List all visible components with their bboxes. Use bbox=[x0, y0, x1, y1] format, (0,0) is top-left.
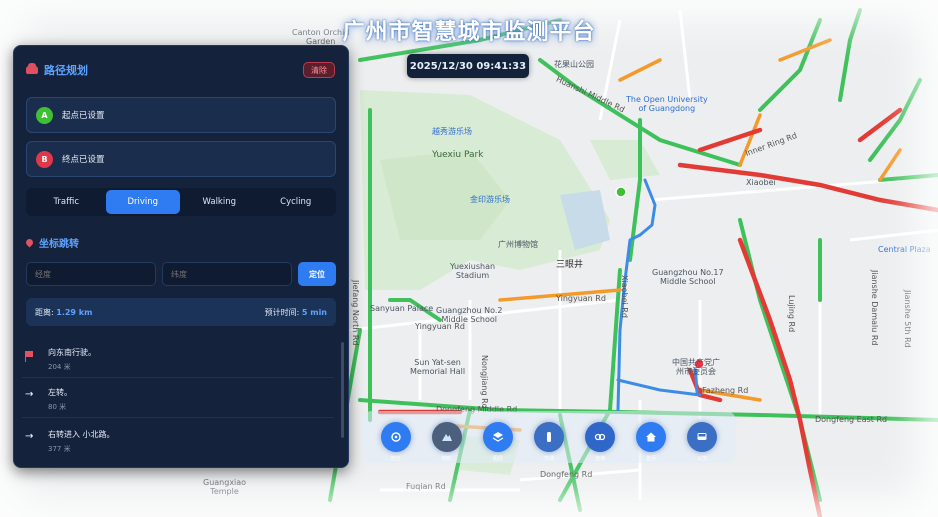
terrain-tool-button[interactable]: 地形 bbox=[431, 422, 462, 462]
poi-label: 金印游乐场 bbox=[470, 195, 510, 204]
page-title: 广州市智慧城市监测平台 bbox=[342, 20, 596, 45]
poi-label: Guangxiao Temple bbox=[203, 478, 247, 497]
end-badge: B bbox=[36, 150, 53, 168]
step-distance: 377 米 bbox=[48, 445, 71, 453]
distance-summary: 距离: 1.29 km bbox=[35, 307, 92, 318]
longitude-input[interactable] bbox=[26, 262, 156, 286]
road-label: Jianshe 5th Rd bbox=[903, 290, 913, 348]
tool-label: 公交 bbox=[697, 456, 708, 462]
time-label: 预计时间: bbox=[264, 307, 300, 317]
panel-title: 路径规划 bbox=[44, 64, 88, 77]
tab-cycling[interactable]: Cycling bbox=[259, 190, 334, 214]
car-icon bbox=[26, 63, 38, 74]
step-instruction: 右转进入 小北路。 bbox=[48, 430, 115, 439]
coordinate-jump-title: 坐标跳转 bbox=[39, 239, 79, 250]
road-label: Lujing Rd bbox=[787, 295, 797, 333]
poi-label: Yuexiushan Stadium bbox=[450, 262, 496, 281]
crosshair-icon bbox=[390, 432, 401, 442]
poi-label: The Open University of Guangdong bbox=[626, 95, 708, 114]
step-distance: 80 米 bbox=[48, 403, 67, 411]
road-label: Nongjiang Rd bbox=[480, 355, 490, 409]
locate-tool-button[interactable]: 定位 bbox=[380, 422, 411, 462]
start-badge: A bbox=[36, 106, 53, 124]
steps-scrollbar[interactable] bbox=[341, 342, 344, 438]
arrow-right-icon: → bbox=[25, 431, 34, 442]
latitude-input[interactable] bbox=[162, 262, 292, 286]
traffic-light-icon bbox=[546, 432, 551, 442]
tool-label: 交通 bbox=[543, 456, 554, 462]
route-step[interactable]: 向东南行驶。 204 米 bbox=[22, 340, 334, 378]
layers-tool-button[interactable]: 图层 bbox=[482, 422, 513, 462]
tool-label: 定位 bbox=[390, 456, 401, 462]
datetime-display: 2025/12/30 09:41:33 bbox=[407, 54, 529, 78]
end-point-row[interactable]: B 终点已设置 bbox=[26, 141, 336, 177]
road-label: Yingyuan Rd bbox=[415, 322, 465, 331]
step-distance: 204 米 bbox=[48, 363, 71, 371]
bus-tool-button[interactable]: 公交 bbox=[687, 422, 718, 462]
poi-label: 广州博物馆 bbox=[498, 240, 538, 249]
arrow-right-icon: → bbox=[25, 389, 34, 400]
road-label: Xiaobei Rd bbox=[620, 275, 630, 318]
travel-mode-tabs: Traffic Driving Walking Cycling bbox=[26, 188, 336, 216]
locate-button[interactable]: 定位 bbox=[298, 262, 336, 286]
mountain-icon bbox=[441, 434, 452, 441]
road-label: Fuqian Rd bbox=[406, 482, 446, 491]
coordinate-jump-header: 坐标跳转 bbox=[24, 235, 79, 250]
road-label: Dongfeng Rd bbox=[540, 470, 593, 479]
road-label: Fazheng Rd bbox=[702, 386, 749, 395]
poi-label: 三眼井 bbox=[556, 260, 584, 270]
clear-button[interactable]: 清除 bbox=[303, 62, 335, 78]
home-tool-button[interactable]: 首页 bbox=[636, 422, 667, 462]
start-point-row[interactable]: A 起点已设置 bbox=[26, 97, 336, 133]
poi-label: Sun Yat-sen Memorial Hall bbox=[410, 358, 466, 377]
route-steps-list[interactable]: 向东南行驶。 204 米 → 左转。 80 米 → 右转进入 小北路。 377 … bbox=[22, 340, 340, 466]
map-toolbar: 定位 地形 图层 交通 连接 首页 公交 bbox=[362, 411, 736, 463]
road-label: Jiefang North Rd bbox=[351, 280, 361, 346]
road-label: Dongfeng East Rd bbox=[815, 415, 888, 424]
traffic-tool-button[interactable]: 交通 bbox=[533, 422, 564, 462]
link-tool-button[interactable]: 连接 bbox=[585, 422, 616, 462]
start-point-text: 起点已设置 bbox=[62, 111, 105, 121]
route-step[interactable]: → 左转。 80 米 bbox=[22, 380, 334, 418]
route-planning-panel: 路径规划 清除 A 起点已设置 B 终点已设置 Traffic Driving … bbox=[13, 45, 349, 468]
tab-traffic[interactable]: Traffic bbox=[29, 190, 104, 214]
location-pin-icon bbox=[24, 237, 35, 248]
time-summary: 预计时间: 5 min bbox=[265, 307, 327, 318]
poi-label: 中国共产党广 州市委员会 bbox=[672, 358, 720, 377]
layers-icon bbox=[492, 432, 504, 442]
end-point-text: 终点已设置 bbox=[62, 155, 105, 165]
step-instruction: 左转。 bbox=[48, 388, 72, 397]
step-instruction: 向东南行驶。 bbox=[48, 348, 96, 357]
tab-driving[interactable]: Driving bbox=[105, 190, 180, 214]
tab-walking[interactable]: Walking bbox=[182, 190, 257, 214]
distance-value: 1.29 km bbox=[56, 307, 93, 317]
tool-label: 连接 bbox=[595, 456, 606, 462]
panel-header: 路径规划 bbox=[26, 62, 88, 78]
route-summary: 距离: 1.29 km 预计时间: 5 min bbox=[26, 298, 336, 326]
link-icon bbox=[594, 433, 606, 441]
poi-label: Central Plaza bbox=[878, 245, 931, 254]
poi-label: 花果山公园 bbox=[554, 60, 594, 69]
home-icon bbox=[646, 432, 657, 442]
flag-icon bbox=[25, 349, 33, 362]
route-step[interactable]: → 右转进入 小北路。 377 米 bbox=[22, 422, 334, 460]
tool-label: 首页 bbox=[646, 456, 657, 462]
time-value: 5 min bbox=[301, 307, 327, 317]
poi-label: 越秀游乐场 bbox=[432, 127, 472, 136]
tool-label: 地形 bbox=[441, 456, 452, 462]
bus-icon bbox=[697, 433, 707, 440]
road-label: Jianshe Damalu Rd bbox=[870, 270, 880, 346]
tool-label: 图层 bbox=[492, 456, 503, 462]
poi-label: Guangzhou No.17 Middle School bbox=[652, 268, 724, 287]
distance-label: 距离: bbox=[35, 307, 54, 317]
poi-label: Sanyuan Palace bbox=[370, 304, 434, 313]
road-label: Yingyuan Rd bbox=[556, 294, 606, 303]
poi-label: Xiaobei bbox=[746, 178, 776, 187]
poi-label: Yuexiu Park bbox=[432, 150, 484, 160]
